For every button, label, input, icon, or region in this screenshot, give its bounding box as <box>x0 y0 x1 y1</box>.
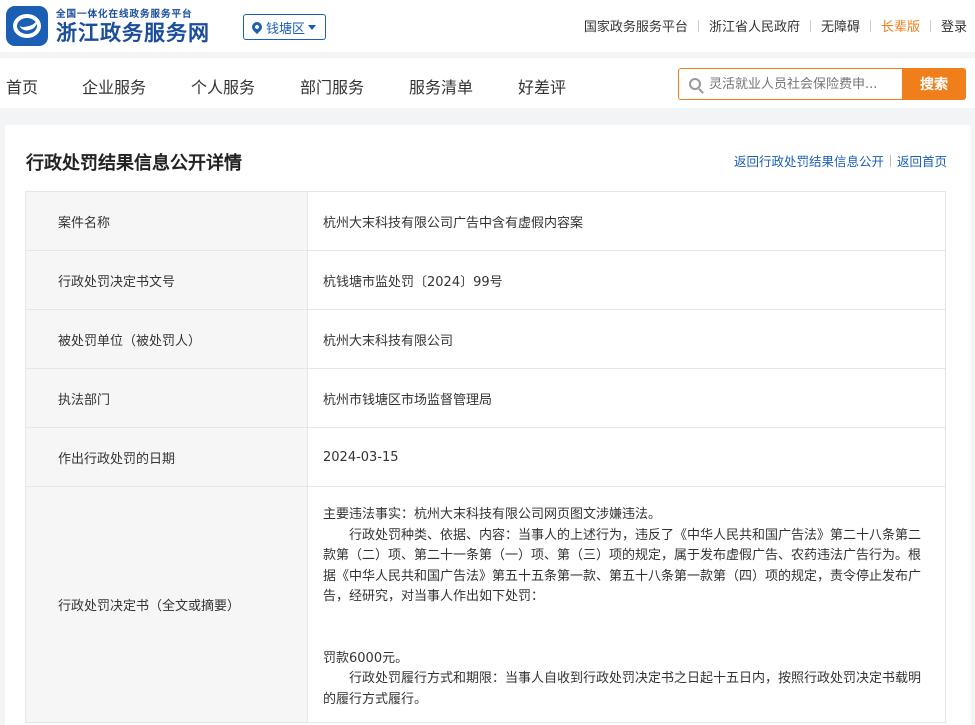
decision-penalty: 罚款6000元。 <box>323 650 409 666</box>
row-label: 行政处罚决定书文号 <box>26 251 308 309</box>
nav-service-list[interactable]: 服务清单 <box>409 74 473 98</box>
detail-row-document-number: 行政处罚决定书文号 杭钱塘市监处罚〔2024〕99号 <box>25 251 946 310</box>
detail-row-enforcement-department: 执法部门 杭州市钱塘区市场监督管理局 <box>25 369 946 428</box>
divider <box>869 19 871 32</box>
top-bar: 全国一体化在线政务服务平台 浙江政务服务网 钱塘区 国家政务服务平台 浙江省人民… <box>0 0 975 52</box>
search-bar: 搜索 <box>678 68 966 100</box>
nav-department-services[interactable]: 部门服务 <box>300 74 364 98</box>
link-elder-version[interactable]: 长辈版 <box>881 16 920 35</box>
region-selector[interactable]: 钱塘区 <box>243 14 326 40</box>
divider <box>697 19 699 32</box>
row-label: 案件名称 <box>26 192 308 250</box>
login-link[interactable]: 登录 <box>941 16 967 35</box>
search-field[interactable] <box>678 68 902 100</box>
region-label: 钱塘区 <box>266 21 306 37</box>
row-label: 作出行政处罚的日期 <box>26 428 308 486</box>
detail-row-penalty-date: 作出行政处罚的日期 2024-03-15 <box>25 428 946 487</box>
row-value: 杭钱塘市监处罚〔2024〕99号 <box>323 274 503 290</box>
link-provincial-government[interactable]: 浙江省人民政府 <box>709 16 800 35</box>
back-to-list-link[interactable]: 返回行政处罚结果信息公开 <box>734 151 884 170</box>
search-button[interactable]: 搜索 <box>902 68 966 100</box>
location-pin-icon <box>249 19 265 35</box>
page-links: 返回行政处罚结果信息公开 返回首页 <box>734 151 947 170</box>
detail-table: 案件名称 杭州大末科技有限公司广告中含有虚假内容案 行政处罚决定书文号 杭钱塘市… <box>25 191 946 723</box>
nav-personal-services[interactable]: 个人服务 <box>191 74 255 98</box>
top-links: 国家政务服务平台 浙江省人民政府 无障碍 长辈版 登录 <box>584 16 967 35</box>
row-value: 杭州大末科技有限公司广告中含有虚假内容案 <box>323 215 584 231</box>
back-to-home-link[interactable]: 返回首页 <box>897 151 947 170</box>
search-icon <box>689 78 701 90</box>
nav-enterprise-services[interactable]: 企业服务 <box>82 74 146 98</box>
row-label: 被处罚单位（被处罚人） <box>26 310 308 368</box>
nav-evaluation[interactable]: 好差评 <box>518 74 566 98</box>
search-input[interactable] <box>709 76 899 92</box>
detail-row-decision: 行政处罚决定书（全文或摘要） 主要违法事实：杭州大末科技有限公司网页图文涉嫌违法… <box>25 487 946 723</box>
main-nav: 首页 企业服务 个人服务 部门服务 服务清单 好差评 搜索 <box>0 58 975 108</box>
decision-text: 主要违法事实：杭州大末科技有限公司网页图文涉嫌违法。 行政处罚种类、依据、内容：… <box>308 487 945 722</box>
decision-basis: 行政处罚种类、依据、内容：当事人的上述行为，违反了《中华人民共和国广告法》第二十… <box>323 527 922 605</box>
nav-home[interactable]: 首页 <box>6 74 38 98</box>
divider <box>929 19 931 32</box>
row-value: 杭州大末科技有限公司 <box>323 333 454 349</box>
row-value: 杭州市钱塘区市场监督管理局 <box>323 392 493 408</box>
detail-row-penalized-party: 被处罚单位（被处罚人） 杭州大末科技有限公司 <box>25 310 946 369</box>
logo-text: 全国一体化在线政务服务平台 浙江政务服务网 <box>56 6 210 46</box>
divider <box>809 19 811 32</box>
row-value: 2024-03-15 <box>323 449 399 465</box>
link-accessibility[interactable]: 无障碍 <box>821 16 860 35</box>
row-label: 执法部门 <box>26 369 308 427</box>
detail-row-case-name: 案件名称 杭州大末科技有限公司广告中含有虚假内容案 <box>25 192 946 251</box>
logo-title: 浙江政务服务网 <box>56 20 210 45</box>
caret-down-icon <box>308 24 317 30</box>
decision-fact: 主要违法事实：杭州大末科技有限公司网页图文涉嫌违法。 <box>323 507 662 522</box>
main-content: 行政处罚结果信息公开详情 返回行政处罚结果信息公开 返回首页 案件名称 杭州大末… <box>5 125 971 725</box>
row-label: 行政处罚决定书（全文或摘要） <box>26 487 308 722</box>
link-national-platform[interactable]: 国家政务服务平台 <box>584 16 688 35</box>
page-title: 行政处罚结果信息公开详情 <box>26 153 242 174</box>
divider <box>889 154 891 167</box>
logo-emblem-icon <box>6 6 48 46</box>
decision-deadline: 行政处罚履行方式和期限：当事人自收到行政处罚决定书之日起十五日内，按照行政处罚决… <box>323 671 922 707</box>
logo-subtitle: 全国一体化在线政务服务平台 <box>56 9 193 20</box>
site-logo[interactable]: 全国一体化在线政务服务平台 浙江政务服务网 <box>6 6 210 46</box>
